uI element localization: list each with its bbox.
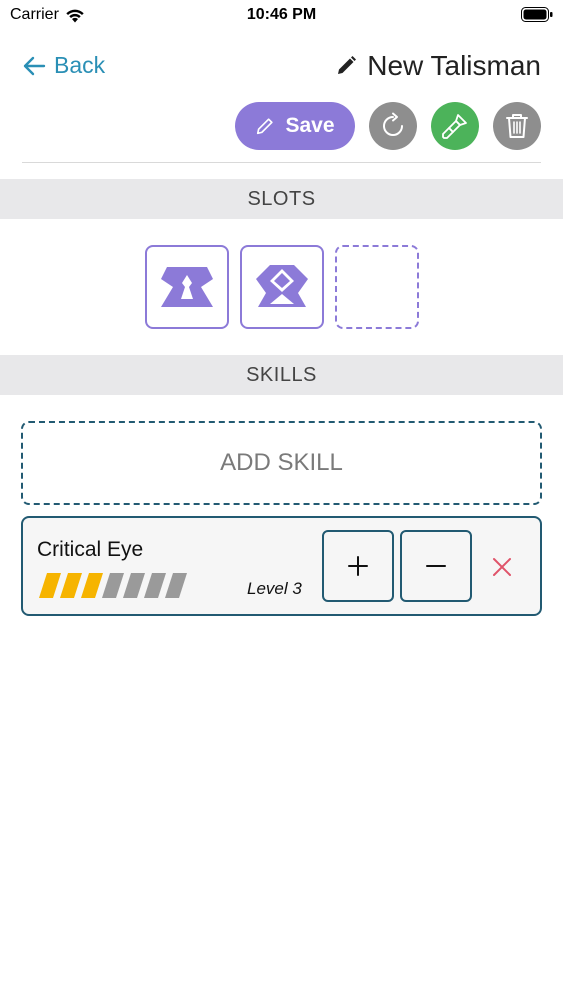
page-title: New Talisman	[335, 50, 541, 82]
skill-level-bar	[39, 573, 187, 598]
delete-button[interactable]	[493, 102, 541, 150]
pencil-icon	[257, 118, 274, 135]
remove-skill-button[interactable]	[487, 552, 517, 582]
plus-icon	[348, 556, 368, 576]
minus-icon	[426, 565, 446, 567]
save-label: Save	[285, 114, 335, 137]
slot-decoration-level-2-icon	[256, 265, 308, 307]
level-segment-filled	[39, 573, 61, 598]
skill-name: Critical Eye	[37, 538, 144, 561]
increase-level-button[interactable]	[322, 530, 394, 602]
skill-level-label: Level 3	[247, 579, 302, 598]
arrow-left-icon	[23, 56, 46, 75]
level-segment-empty	[165, 573, 187, 598]
slots-header: SLOTS	[0, 179, 563, 219]
add-skill-button[interactable]: ADD SKILL	[21, 421, 542, 505]
save-button[interactable]: Save	[235, 102, 355, 150]
paint-brush-icon	[442, 114, 467, 139]
color-button[interactable]	[431, 102, 479, 150]
page-title-text: New Talisman	[367, 50, 541, 81]
close-icon	[493, 558, 511, 576]
level-segment-empty	[123, 573, 145, 598]
skills-header: SKILLS	[0, 355, 563, 395]
slot-3-empty[interactable]	[335, 245, 419, 329]
skill-card: Critical Eye Level 3	[21, 516, 542, 616]
toolbar: Save	[235, 102, 541, 150]
divider	[22, 162, 541, 163]
status-bar: Carrier 10:46 PM	[0, 0, 563, 32]
pencil-icon	[338, 56, 357, 74]
refresh-icon	[383, 112, 403, 136]
level-segment-empty	[144, 573, 166, 598]
battery-icon	[521, 7, 553, 22]
navigation-bar: Back New Talisman	[0, 44, 563, 88]
back-label: Back	[54, 52, 106, 78]
slot-1[interactable]	[145, 245, 229, 329]
decrease-level-button[interactable]	[400, 530, 472, 602]
slot-decoration-level-1-icon	[161, 267, 213, 307]
level-segment-filled	[81, 573, 103, 598]
level-segment-empty	[102, 573, 124, 598]
level-segment-filled	[60, 573, 82, 598]
slot-2[interactable]	[240, 245, 324, 329]
back-button[interactable]: Back	[22, 52, 105, 79]
slots-row	[145, 245, 419, 329]
trash-icon	[506, 114, 528, 138]
status-time: 10:46 PM	[246, 6, 317, 23]
reset-button[interactable]	[369, 102, 417, 150]
